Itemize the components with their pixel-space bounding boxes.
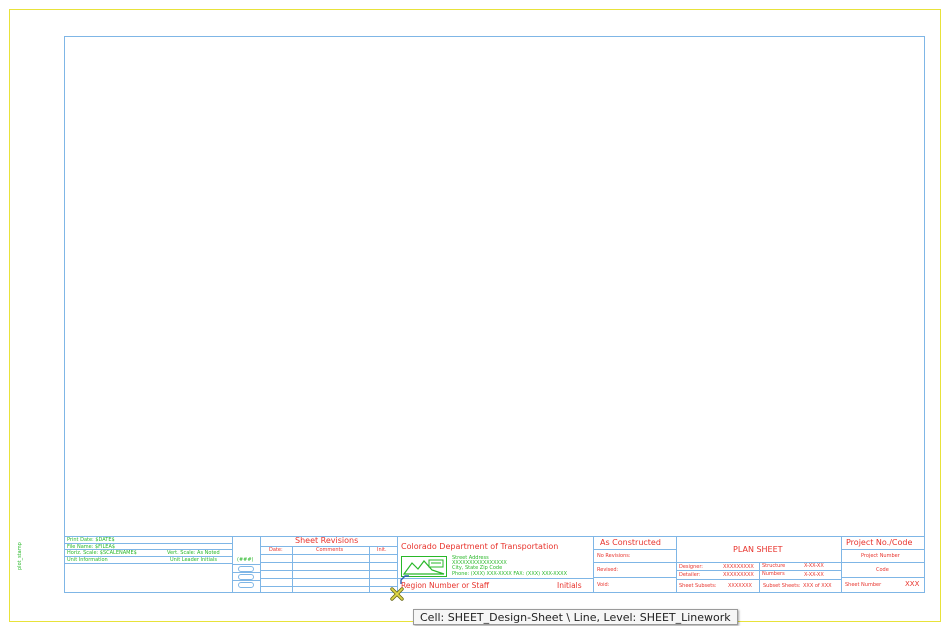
sheet-revisions-title: Sheet Revisions: [295, 536, 359, 545]
sheet-number-label: Sheet Number: [845, 582, 882, 588]
drawing-border[interactable]: [64, 36, 925, 593]
structure-label: Structure: [762, 563, 786, 569]
title-block-top-line: [64, 536, 925, 537]
horiz-scale: Horiz. Scale: $SCALENAME$: [67, 550, 137, 556]
row-line: [232, 580, 260, 581]
divider: [841, 536, 842, 593]
row-line: [232, 564, 260, 565]
subset-sheets-value: XXX of XXX: [803, 583, 832, 589]
project-no-code-title: Project No./Code: [846, 538, 913, 547]
region-number-or-staff: Region Number or Staff: [401, 581, 490, 590]
print-date: Print Date: $DATE$: [67, 537, 115, 543]
divider: [397, 536, 398, 593]
row-line: [841, 577, 925, 578]
row-line: [593, 549, 676, 550]
subset-sheets-label: Subset Sheets:: [763, 583, 801, 589]
sheet-subsets-value: XXXXXXX: [728, 583, 752, 589]
element-highlight-icon: [400, 570, 410, 584]
detailer-value: XXXXXXXXX: [723, 572, 754, 578]
cdot-phone: Phone: (XXX) XXX-XXXX FAX: (XXX) XXX-XXX…: [452, 571, 567, 577]
revision-oval: [238, 582, 254, 588]
snap-cursor-icon: [390, 586, 404, 601]
divider: [369, 546, 370, 593]
divider: [593, 536, 594, 593]
row-line: [232, 572, 260, 573]
plan-sheet-title: PLAN SHEET: [733, 545, 783, 554]
designer-label: Designer:: [679, 564, 703, 570]
row-line: [593, 562, 676, 563]
unit-information: Unit Information: [67, 557, 108, 563]
row-line: [260, 578, 397, 579]
divider: [759, 562, 760, 593]
numbers-label: Numbers: [762, 571, 785, 577]
unit-code: (###): [237, 557, 254, 563]
unit-leader-initials: Unit Leader Initials: [170, 557, 217, 563]
designer-value: XXXXXXXXX: [723, 564, 754, 570]
row-line: [64, 563, 232, 564]
side-plot-label: plot_stamp: [17, 542, 23, 570]
project-code: Code: [876, 567, 889, 573]
row-line: [593, 577, 676, 578]
row-line: [260, 554, 397, 555]
as-constructed-title: As Constructed: [600, 538, 661, 547]
revised-label: Revised:: [597, 567, 619, 573]
row-line: [260, 586, 397, 587]
row-line: [260, 570, 397, 571]
sheet-number-value: XXX: [905, 580, 920, 588]
sheet-subsets-label: Sheet Subsets:: [679, 583, 717, 589]
row-line: [260, 562, 397, 563]
element-info-tooltip: Cell: SHEET_Design-Sheet \ Line, Level: …: [413, 609, 738, 625]
row-line: [397, 578, 593, 579]
revisions-header-init: Init.: [377, 547, 387, 553]
row-line: [841, 549, 925, 550]
divider: [292, 546, 293, 593]
divider: [260, 536, 261, 593]
detailer-label: Detailer:: [679, 572, 701, 578]
cdot-title: Colorado Department of Transportation: [401, 542, 559, 551]
numbers-value: X-XX-XX: [804, 572, 824, 578]
revisions-header-date: Date:: [269, 547, 283, 553]
structure-value: X-XX-XX: [804, 563, 824, 569]
no-revisions-label: No Revisions:: [597, 553, 631, 559]
initials-label: Initials: [557, 581, 582, 590]
divider: [676, 536, 677, 593]
row-line: [841, 562, 925, 563]
vert-scale: Vert. Scale: As Noted: [167, 550, 220, 556]
void-label: Void:: [597, 582, 610, 588]
revisions-header-comments: Comments: [316, 547, 344, 553]
project-number: Project Number: [861, 553, 900, 559]
